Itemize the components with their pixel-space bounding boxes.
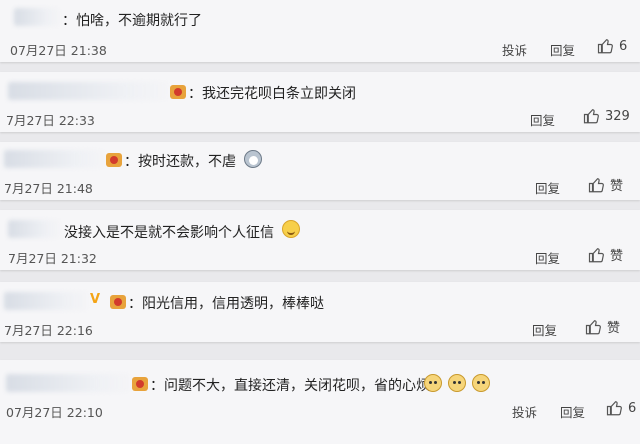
comment-text: ：怕啥，不逾期就行了 — [62, 13, 202, 29]
comment-card: 没接入是不是就不会影响个人征信 7月27日 21:32 回复 赞 — [0, 210, 640, 270]
reply-button[interactable]: 回复 — [560, 402, 585, 421]
thumbs-up-icon — [597, 39, 613, 54]
like-button[interactable]: 6 — [606, 399, 636, 417]
comment-card: ：问题不大，直接还清，关闭花呗，省的心烦 07月27日 22:10 投诉 回复 … — [0, 360, 640, 444]
like-button[interactable]: 赞 — [588, 245, 623, 264]
comment-time: 7月27日 22:33 — [6, 113, 95, 128]
like-count: 6 — [619, 38, 628, 54]
like-button[interactable]: 6 — [597, 37, 627, 55]
medal-icon — [132, 377, 148, 391]
medal-icon — [110, 295, 126, 309]
blurred-username — [4, 292, 88, 310]
comment-time: 7月27日 22:16 — [4, 323, 93, 338]
medal-icon — [106, 153, 122, 167]
comment-card: V ：阳光信用，信用透明，棒棒哒 7月27日 22:16 回复 赞 — [0, 282, 640, 342]
blurred-username — [6, 374, 130, 392]
report-button[interactable]: 投诉 — [502, 40, 527, 59]
reply-button[interactable]: 回复 — [535, 248, 560, 267]
comment-time: 07月27日 22:10 — [6, 405, 103, 420]
thumbs-up-icon — [606, 401, 622, 416]
like-label: 赞 — [607, 321, 621, 336]
comment-card: ：怕啥，不逾期就行了 07月27日 21:38 投诉 回复 6 — [0, 0, 640, 62]
reply-button[interactable]: 回复 — [550, 40, 575, 59]
comment-text: 没接入是不是就不会影响个人征信 — [64, 225, 274, 241]
dog-face-icon — [424, 374, 442, 392]
dog-face-icon — [472, 374, 490, 392]
reply-button[interactable]: 回复 — [535, 178, 560, 197]
dog-face-icon — [448, 374, 466, 392]
comment-text: ：按时还款，不虐 — [124, 154, 236, 170]
thumbs-up-icon — [585, 319, 601, 334]
blurred-username — [4, 150, 104, 168]
blurred-username — [8, 220, 60, 238]
blurred-username — [8, 82, 168, 100]
blurred-username — [14, 8, 60, 26]
thumbs-up-icon — [588, 177, 604, 192]
medal-icon — [170, 85, 186, 99]
like-label: 赞 — [610, 249, 624, 264]
husky-emoji-icon — [244, 150, 262, 168]
comment-text: ：我还完花呗白条立即关闭 — [188, 86, 356, 102]
report-button[interactable]: 投诉 — [512, 402, 537, 421]
smile-emoji-icon — [282, 220, 300, 238]
thumbs-up-icon — [583, 109, 599, 124]
comment-card: ：我还完花呗白条立即关闭 7月27日 22:33 回复 329 — [0, 72, 640, 132]
comment-card: ：按时还款，不虐 7月27日 21:48 回复 赞 — [0, 142, 640, 200]
comment-time: 7月27日 21:32 — [8, 251, 97, 266]
like-count: 329 — [605, 108, 630, 124]
comment-time: 07月27日 21:38 — [10, 43, 107, 58]
like-button[interactable]: 赞 — [588, 175, 623, 194]
comment-text: ：阳光信用，信用透明，棒棒哒 — [128, 296, 324, 312]
reply-button[interactable]: 回复 — [532, 320, 557, 339]
like-button[interactable]: 329 — [583, 107, 630, 125]
like-label: 赞 — [610, 179, 624, 194]
like-count: 6 — [628, 400, 637, 416]
like-button[interactable]: 赞 — [585, 317, 620, 336]
thumbs-up-icon — [588, 247, 604, 262]
verified-v-icon: V — [90, 292, 101, 307]
comment-text: ：问题不大，直接还清，关闭花呗，省的心烦 — [150, 378, 430, 394]
reply-button[interactable]: 回复 — [530, 110, 555, 129]
comment-time: 7月27日 21:48 — [4, 181, 93, 196]
